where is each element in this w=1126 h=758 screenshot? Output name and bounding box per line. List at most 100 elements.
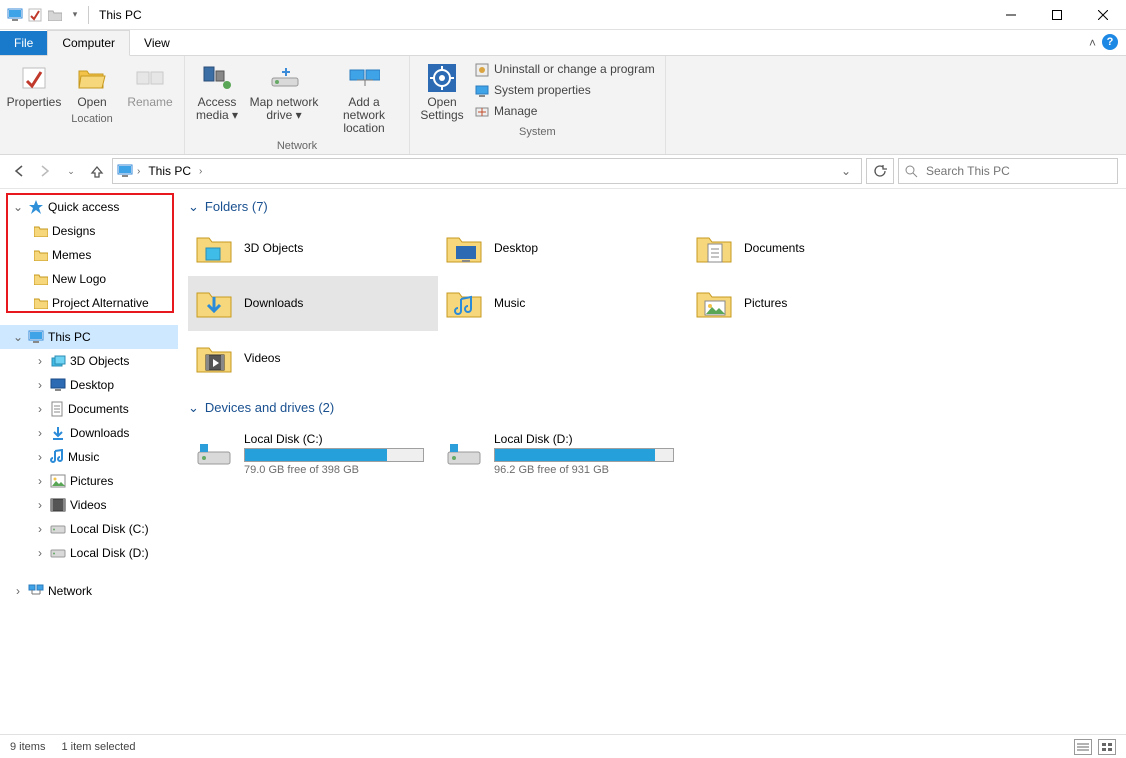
chevron-right-icon[interactable]: › xyxy=(34,475,46,487)
tree-pc-item[interactable]: ›Local Disk (D:) xyxy=(0,541,178,565)
ribbon: Properties Open Rename Location Access m… xyxy=(0,56,1126,155)
group-header-drives[interactable]: ⌄ Devices and drives (2) xyxy=(188,400,1116,416)
tab-computer[interactable]: Computer xyxy=(47,30,130,56)
search-input[interactable] xyxy=(924,163,1111,179)
forward-button[interactable] xyxy=(34,160,56,182)
downloads-icon xyxy=(194,283,234,323)
drive-tile[interactable]: Local Disk (D:)96.2 GB free of 931 GB xyxy=(438,422,688,487)
tree-pc-item[interactable]: ›Pictures xyxy=(0,469,178,493)
status-selection: 1 item selected xyxy=(61,741,135,753)
chevron-down-icon[interactable]: ⌄ xyxy=(12,201,24,213)
up-button[interactable] xyxy=(86,160,108,182)
back-button[interactable] xyxy=(8,160,30,182)
tree-pc-item[interactable]: ›Desktop xyxy=(0,373,178,397)
add-network-loc-button[interactable]: Add a network location xyxy=(325,60,403,138)
tree-this-pc[interactable]: ⌄ This PC xyxy=(0,325,178,349)
tree-quick-item[interactable]: Memes xyxy=(0,243,178,267)
collapse-ribbon-icon[interactable]: ˄ xyxy=(1089,36,1096,50)
chevron-right-icon[interactable]: › xyxy=(34,499,46,511)
tree-pc-item[interactable]: ›Music xyxy=(0,445,178,469)
quick-access-toolbar: ▾ xyxy=(6,6,84,24)
help-icon[interactable]: ? xyxy=(1102,34,1118,50)
chevron-right-icon[interactable]: › xyxy=(34,379,46,391)
maximize-button[interactable] xyxy=(1034,0,1080,30)
refresh-button[interactable] xyxy=(866,158,894,184)
drive-icon xyxy=(50,547,66,559)
folder-tile[interactable]: Downloads xyxy=(188,276,438,331)
qat-newfolder-icon[interactable] xyxy=(46,6,64,24)
properties-button[interactable]: Properties xyxy=(6,60,62,111)
usage-bar xyxy=(494,448,674,462)
address-bar[interactable]: › This PC › ⌄ xyxy=(112,158,862,184)
folder-icon xyxy=(34,249,48,261)
open-settings-button[interactable]: Open Settings xyxy=(416,60,468,124)
navigation-pane: ⌄ Quick access DesignsMemesNew LogoProje… xyxy=(0,189,178,734)
system-properties-button[interactable]: System properties xyxy=(470,81,659,101)
chevron-right-icon[interactable]: › xyxy=(34,427,46,439)
downloads-icon xyxy=(50,425,66,441)
chevron-right-icon[interactable]: › xyxy=(34,451,46,463)
tree-pc-item[interactable]: ›Local Disk (C:) xyxy=(0,517,178,541)
tab-view[interactable]: View xyxy=(130,31,184,55)
ribbon-group-system: Open Settings Uninstall or change a prog… xyxy=(410,56,666,154)
search-icon xyxy=(905,165,918,178)
chevron-down-icon[interactable]: ⌄ xyxy=(188,400,199,416)
thispc-icon[interactable] xyxy=(6,6,24,24)
recent-dropdown[interactable]: ⌄ xyxy=(60,160,82,182)
tab-file[interactable]: File xyxy=(0,31,47,55)
view-details-button[interactable] xyxy=(1074,739,1092,755)
chevron-right-icon[interactable]: › xyxy=(34,355,46,367)
map-drive-button[interactable]: Map network drive ▾ xyxy=(245,60,323,124)
chevron-down-icon[interactable]: ⌄ xyxy=(188,199,199,215)
tree-quick-item[interactable]: New Logo xyxy=(0,267,178,291)
folder-tile[interactable]: Pictures xyxy=(688,276,938,331)
chevron-right-icon[interactable]: › xyxy=(34,547,46,559)
view-large-button[interactable] xyxy=(1098,739,1116,755)
manage-icon xyxy=(474,104,490,120)
folder-tile[interactable]: Videos xyxy=(188,331,438,386)
uninstall-button[interactable]: Uninstall or change a program xyxy=(470,60,659,80)
access-media-button[interactable]: Access media ▾ xyxy=(191,60,243,124)
settings-gear-icon xyxy=(426,62,458,94)
tree-pc-item[interactable]: ›3D Objects xyxy=(0,349,178,373)
search-box[interactable] xyxy=(898,158,1118,184)
folder-icon xyxy=(34,225,48,237)
open-button[interactable]: Open xyxy=(64,60,120,111)
address-dropdown-icon[interactable]: ⌄ xyxy=(835,164,857,178)
close-button[interactable] xyxy=(1080,0,1126,30)
rename-button[interactable]: Rename xyxy=(122,60,178,111)
drive-icon xyxy=(50,523,66,535)
qat-properties-icon[interactable] xyxy=(26,6,44,24)
tree-pc-item[interactable]: ›Downloads xyxy=(0,421,178,445)
properties-icon xyxy=(18,62,50,94)
chevron-right-icon[interactable]: › xyxy=(12,585,24,597)
folder-tile[interactable]: Documents xyxy=(688,221,938,276)
breadcrumb-root[interactable]: This PC xyxy=(144,164,195,178)
chevron-right-icon[interactable]: › xyxy=(34,403,46,415)
tree-pc-item[interactable]: ›Documents xyxy=(0,397,178,421)
folder-tile[interactable]: Desktop xyxy=(438,221,688,276)
chevron-down-icon[interactable]: ⌄ xyxy=(12,331,24,343)
tree-network[interactable]: › Network xyxy=(0,579,178,603)
music-icon xyxy=(50,449,64,465)
folder-tile[interactable]: 3D Objects xyxy=(188,221,438,276)
tree-quick-access[interactable]: ⌄ Quick access xyxy=(0,195,178,219)
rename-icon xyxy=(134,62,166,94)
thispc-icon xyxy=(28,330,44,344)
map-drive-icon xyxy=(268,62,300,94)
tree-quick-item[interactable]: Designs xyxy=(0,219,178,243)
music-icon xyxy=(444,283,484,323)
manage-button[interactable]: Manage xyxy=(470,102,659,122)
folder-tile[interactable]: Music xyxy=(438,276,688,331)
window-title: This PC xyxy=(99,8,142,22)
qat-dropdown-icon[interactable]: ▾ xyxy=(66,6,84,24)
group-header-folders[interactable]: ⌄ Folders (7) xyxy=(188,199,1116,215)
ribbon-group-network: Access media ▾ Map network drive ▾ Add a… xyxy=(185,56,410,154)
pictures-icon xyxy=(50,474,66,488)
videos-icon xyxy=(50,498,66,512)
tree-pc-item[interactable]: ›Videos xyxy=(0,493,178,517)
drive-tile[interactable]: Local Disk (C:)79.0 GB free of 398 GB xyxy=(188,422,438,487)
tree-quick-item[interactable]: Project Alternative xyxy=(0,291,178,315)
minimize-button[interactable] xyxy=(988,0,1034,30)
chevron-right-icon[interactable]: › xyxy=(34,523,46,535)
